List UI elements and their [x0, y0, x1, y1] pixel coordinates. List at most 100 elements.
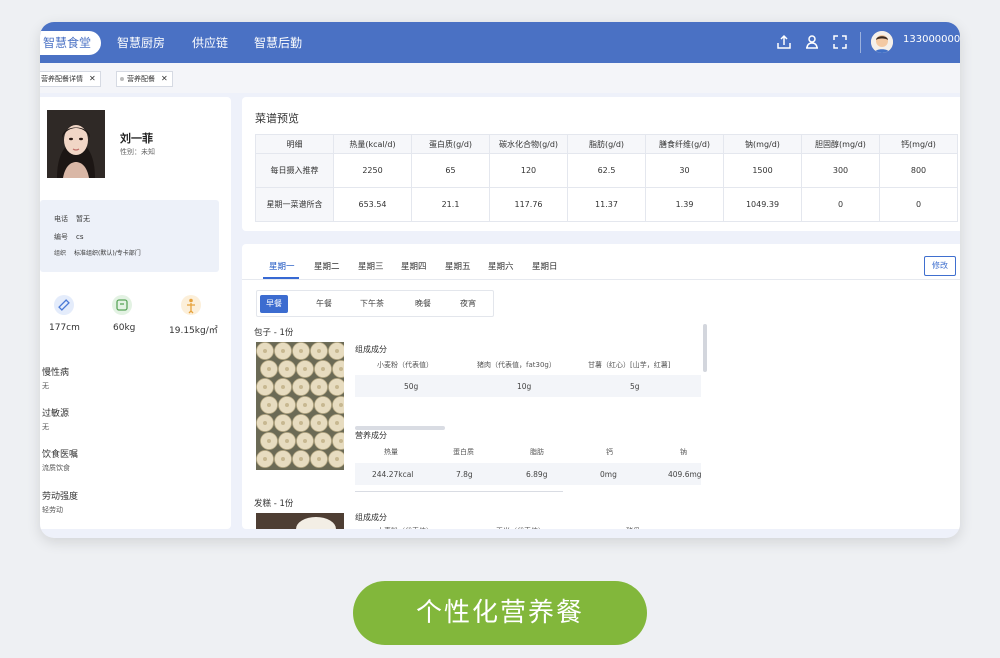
- column-header: 钠(mg/d): [723, 134, 802, 154]
- top-nav-bar: 智慧食堂 智慧厨房 供应链 智慧后勤 13300000000: [40, 22, 960, 63]
- meal-afternoon-tea[interactable]: 下午茶: [360, 298, 384, 309]
- column-header: 碳水化合物(g/d): [489, 134, 568, 154]
- tab-monday[interactable]: 星期一: [269, 260, 295, 272]
- table-cell: 21.1: [411, 187, 490, 222]
- tab-meal-planning[interactable]: 营养配餐 ✕: [116, 71, 173, 87]
- personalized-meal-button[interactable]: 个性化营养餐: [353, 581, 647, 645]
- table-cell: 117.76: [489, 187, 568, 222]
- column-header: 膳食纤维(g/d): [645, 134, 724, 154]
- nutrition-table: 明细 热量(kcal/d) 蛋白质(g/d) 碳水化合物(g/d) 脂肪(g/d…: [255, 134, 958, 222]
- meal-selector: 早餐 午餐 下午茶 晚餐 夜宵: [256, 290, 494, 317]
- info-phone: 电话 暂无: [54, 214, 90, 224]
- nav-item-smart-logistics[interactable]: 智慧后勤: [247, 31, 309, 55]
- diet-order-value: 流质饮食: [42, 464, 70, 472]
- table-cell: 62.5: [567, 153, 646, 188]
- table-cell: 星期一菜谱所含: [255, 187, 334, 222]
- height-value: 177cm: [49, 323, 80, 333]
- person-name: 刘一菲: [120, 132, 153, 145]
- meal-late-snack[interactable]: 夜宵: [460, 298, 476, 309]
- table-cell: 每日摄入推荐: [255, 153, 334, 188]
- tab-thursday[interactable]: 星期四: [401, 260, 427, 272]
- column-header: 热量(kcal/d): [333, 134, 412, 154]
- export-icon[interactable]: [776, 34, 792, 50]
- nutrition-value: 7.8g: [456, 470, 473, 479]
- tab-wednesday[interactable]: 星期三: [358, 260, 384, 272]
- info-org: 组织 标准组织(默认)/专卡部门: [54, 248, 141, 257]
- nutrition-title: 营养成分: [355, 431, 387, 440]
- table-cell: 1049.39: [723, 187, 802, 222]
- food-divider: [355, 491, 563, 492]
- table-row: 星期一菜谱所含 653.54 21.1 117.76 11.37 1.39 10…: [255, 187, 958, 222]
- table-cell: 0: [801, 187, 880, 222]
- nutrition-value: 244.27kcal: [372, 470, 414, 479]
- ruler-icon: [54, 295, 74, 315]
- table-row: 每日摄入推荐 2250 65 120 62.5 30 1500 300 800: [255, 153, 958, 188]
- allergen-label: 过敏源: [42, 409, 70, 419]
- table-cell: 653.54: [333, 187, 412, 222]
- tab-friday[interactable]: 星期五: [445, 260, 471, 272]
- tab-label: 营养配餐: [127, 75, 155, 83]
- ingredient-header: 小麦粉（代表值）: [377, 526, 433, 529]
- column-header: 胆固醇(mg/d): [801, 134, 880, 154]
- ingredient-values-row: 50g 10g 5g: [355, 375, 701, 397]
- nav-item-smart-kitchen[interactable]: 智慧厨房: [110, 31, 172, 55]
- tab-meal-detail[interactable]: 营养配餐详情 ✕: [40, 71, 101, 87]
- ingredients-title: 组成成分: [355, 345, 387, 354]
- info-value: 标准组织(默认)/专卡部门: [74, 250, 141, 257]
- table-cell: 65: [411, 153, 490, 188]
- table-cell: 120: [489, 153, 568, 188]
- table-header-row: 明细 热量(kcal/d) 蛋白质(g/d) 碳水化合物(g/d) 脂肪(g/d…: [255, 134, 958, 154]
- ingredient-header: 玉米（代表值）: [496, 526, 545, 529]
- vertical-scrollbar[interactable]: [703, 324, 707, 372]
- tab-label: 营养配餐详情: [41, 75, 83, 83]
- toolbar-divider: [860, 32, 861, 53]
- nutrition-values-row: 244.27kcal 7.8g 6.89g 0mg 409.6mg: [355, 463, 702, 485]
- tab-tuesday[interactable]: 星期二: [314, 260, 340, 272]
- table-cell: 300: [801, 153, 880, 188]
- person-gender: 性别：未知: [120, 148, 155, 156]
- avatar[interactable]: [871, 31, 893, 53]
- nav-item-smart-canteen[interactable]: 智慧食堂: [40, 31, 102, 55]
- tab-divider: [242, 279, 960, 280]
- user-icon[interactable]: [804, 34, 820, 50]
- column-header: 明细: [255, 134, 334, 154]
- info-label: 编号: [54, 233, 68, 241]
- edit-button[interactable]: 修改: [924, 256, 956, 276]
- tab-sunday[interactable]: 星期日: [532, 260, 558, 272]
- meal-lunch[interactable]: 午餐: [316, 298, 332, 309]
- weekly-menu-panel: 星期一 星期二 星期三 星期四 星期五 星期六 星期日 修改 早餐 午餐 下午茶…: [242, 244, 960, 529]
- fullscreen-icon[interactable]: [832, 34, 848, 50]
- dot-icon: [120, 77, 124, 81]
- close-icon[interactable]: ✕: [161, 74, 168, 83]
- ingredient-header: 小麦粉（代表值）: [377, 361, 433, 369]
- meal-dinner[interactable]: 晚餐: [415, 298, 431, 309]
- food-title: 发糕 - 1份: [254, 499, 294, 509]
- ingredient-value: 10g: [517, 382, 532, 391]
- food-image-baozi: [256, 342, 344, 470]
- weight-value: 60kg: [113, 323, 136, 333]
- close-icon[interactable]: ✕: [89, 74, 96, 83]
- table-cell: 30: [645, 153, 724, 188]
- tab-saturday[interactable]: 星期六: [488, 260, 514, 272]
- profile-photo: [47, 110, 105, 178]
- info-label: 组织: [54, 250, 67, 257]
- ingredient-header: 猪肉（代表值，fat30g）: [477, 361, 556, 369]
- user-name[interactable]: 13300000000: [903, 34, 960, 45]
- nutrition-value: 6.89g: [526, 470, 548, 479]
- app-window: 智慧食堂 智慧厨房 供应链 智慧后勤 13300000000 营: [40, 22, 960, 538]
- menu-preview-panel: 菜谱预览 明细 热量(kcal/d) 蛋白质(g/d) 碳水化合物(g/d) 脂…: [242, 97, 960, 231]
- bmi-value: 19.15kg/㎡: [169, 326, 218, 336]
- labor-intensity-value: 轻劳动: [42, 506, 63, 514]
- nutrition-value: 0mg: [600, 470, 617, 479]
- column-header: 蛋白质(g/d): [411, 134, 490, 154]
- diet-order-label: 饮食医嘱: [42, 450, 79, 460]
- meal-breakfast[interactable]: 早餐: [260, 295, 288, 313]
- food-title: 包子 - 1份: [254, 328, 294, 338]
- allergen-value: 无: [42, 423, 49, 431]
- food-image-fagao: [256, 513, 344, 529]
- table-cell: 1.39: [645, 187, 724, 222]
- ingredient-value: 50g: [404, 382, 419, 391]
- nutrition-header: 蛋白质: [453, 448, 474, 456]
- nav-item-supply-chain[interactable]: 供应链: [185, 31, 235, 55]
- ingredient-value: 5g: [630, 382, 640, 391]
